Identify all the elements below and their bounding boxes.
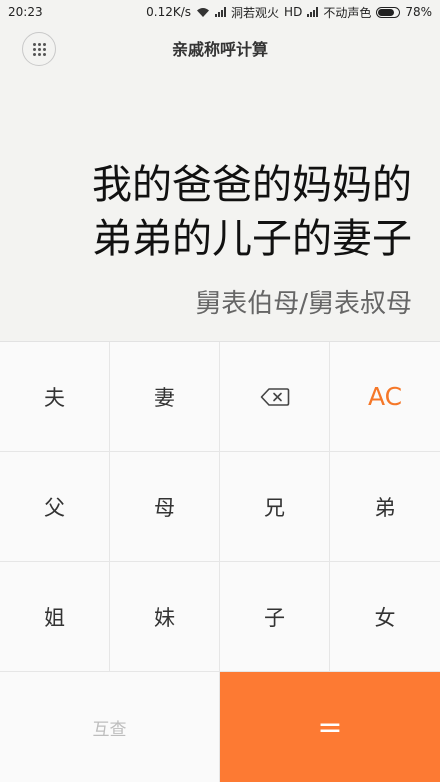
mutual-check-button[interactable]: 互查 bbox=[0, 672, 220, 782]
app-screen: 20:23 0.12K/s 洞若观火 HD 不动声色 78% 亲戚称呼计算 我的… bbox=[0, 0, 440, 782]
hd-badge: HD bbox=[284, 5, 303, 19]
grid-menu-icon bbox=[32, 42, 46, 56]
key-elder-brother[interactable]: 兄 bbox=[220, 452, 330, 562]
key-father[interactable]: 父 bbox=[0, 452, 110, 562]
key-husband[interactable]: 夫 bbox=[0, 342, 110, 452]
expression-display: 我的爸爸的妈妈的 弟弟的儿子的妻子 bbox=[12, 158, 412, 266]
signal-icon-2 bbox=[307, 7, 319, 17]
backspace-icon bbox=[260, 387, 289, 406]
battery-icon bbox=[376, 6, 401, 18]
clear-button[interactable]: AC bbox=[330, 342, 440, 452]
carrier-1: 洞若观火 bbox=[231, 5, 280, 20]
status-bar: 20:23 0.12K/s 洞若观火 HD 不动声色 78% bbox=[0, 0, 440, 24]
status-time: 20:23 bbox=[8, 5, 43, 19]
expression-line-1: 我的爸爸的妈妈的 bbox=[92, 162, 412, 208]
menu-button[interactable] bbox=[22, 32, 56, 66]
key-son[interactable]: 子 bbox=[220, 562, 330, 672]
battery-fill bbox=[378, 8, 394, 16]
app-header: 亲戚称呼计算 bbox=[0, 26, 440, 70]
page-title: 亲戚称呼计算 bbox=[171, 40, 268, 59]
key-younger-sister[interactable]: 妹 bbox=[110, 562, 220, 672]
carrier-2: 不动声色 bbox=[323, 5, 372, 20]
keypad: 夫 妻 AC 父 母 兄 弟 姐 妹 子 女 互查 = bbox=[0, 341, 440, 782]
status-indicators: 0.12K/s 洞若观火 HD 不动声色 78% bbox=[146, 4, 432, 21]
battery-percent: 78% bbox=[405, 5, 432, 19]
key-daughter[interactable]: 女 bbox=[330, 562, 440, 672]
key-elder-sister[interactable]: 姐 bbox=[0, 562, 110, 672]
key-younger-brother[interactable]: 弟 bbox=[330, 452, 440, 562]
result-display: 舅表伯母/舅表叔母 bbox=[195, 289, 412, 319]
key-mother[interactable]: 母 bbox=[110, 452, 220, 562]
signal-icon-1 bbox=[215, 7, 227, 17]
backspace-button[interactable] bbox=[220, 342, 330, 452]
wifi-icon bbox=[197, 7, 210, 17]
equals-button[interactable]: = bbox=[220, 672, 440, 782]
expression-line-2: 弟弟的儿子的妻子 bbox=[92, 216, 412, 262]
network-speed: 0.12K/s bbox=[146, 5, 192, 19]
key-wife[interactable]: 妻 bbox=[110, 342, 220, 452]
